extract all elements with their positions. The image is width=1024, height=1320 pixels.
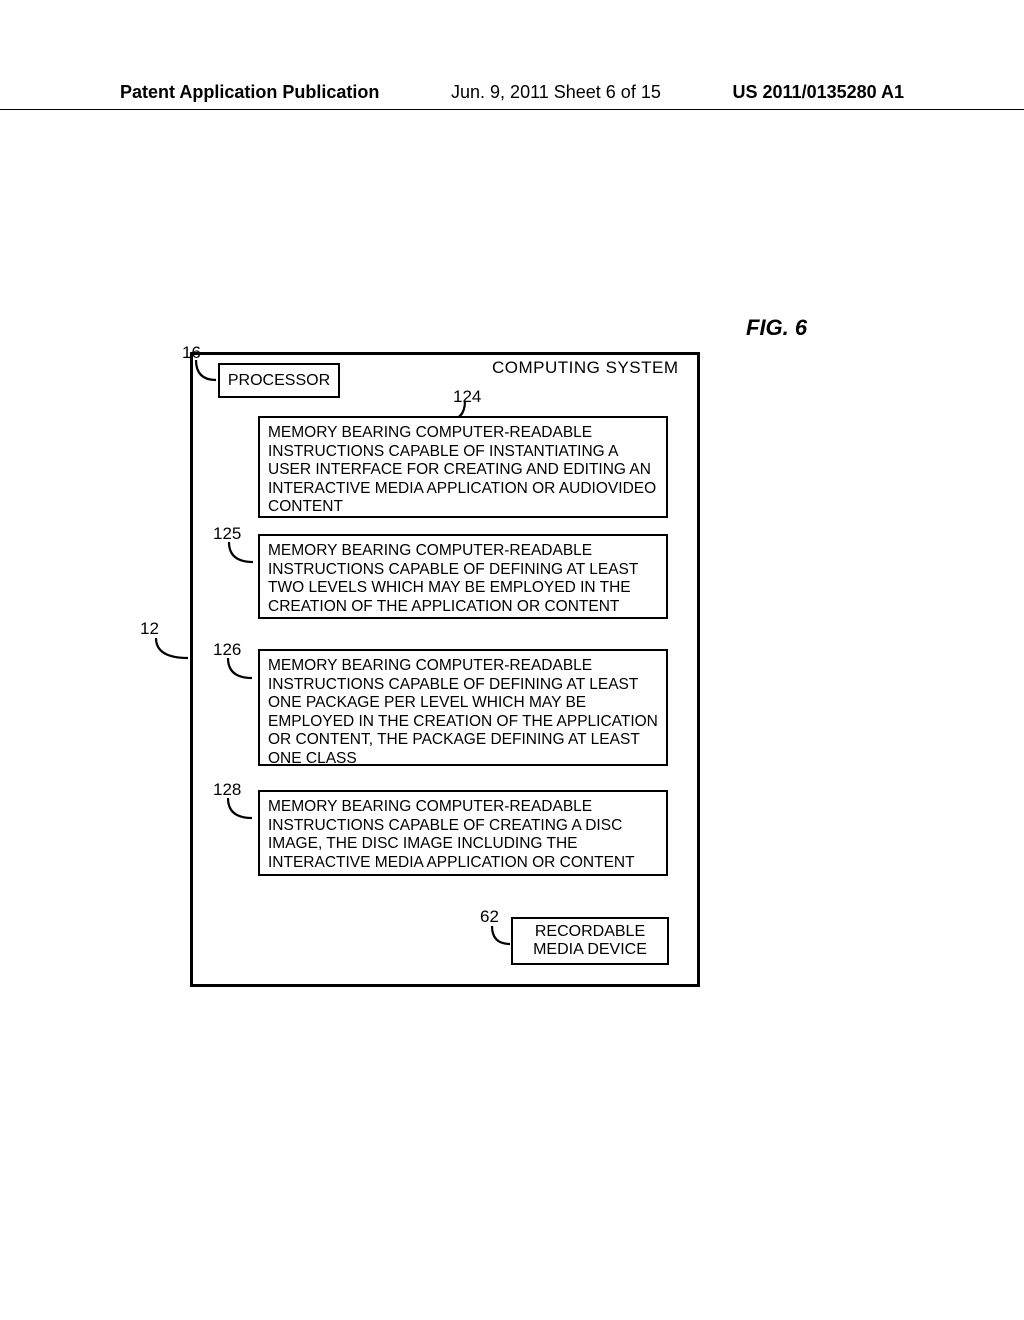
leader-curve-icon xyxy=(224,796,254,822)
header-publication: Patent Application Publication xyxy=(120,82,379,103)
processor-label: PROCESSOR xyxy=(228,372,330,390)
page-header: Patent Application Publication Jun. 9, 2… xyxy=(0,82,1024,110)
memory-block-126: MEMORY BEARING COMPUTER-READABLE INSTRUC… xyxy=(258,649,668,766)
leader-curve-icon xyxy=(225,540,255,566)
memory-block-125: MEMORY BEARING COMPUTER-READABLE INSTRUC… xyxy=(258,534,668,619)
memory-block-125-text: MEMORY BEARING COMPUTER-READABLE INSTRUC… xyxy=(268,542,638,615)
memory-block-128-text: MEMORY BEARING COMPUTER-READABLE INSTRUC… xyxy=(268,798,635,871)
header-pub-number: US 2011/0135280 A1 xyxy=(733,82,904,103)
recordable-media-device-label: RECORDABLE MEDIA DEVICE xyxy=(513,923,667,960)
memory-block-124-text: MEMORY BEARING COMPUTER-READABLE INSTRUC… xyxy=(268,424,656,515)
computing-system-label: COMPUTING SYSTEM xyxy=(492,358,679,378)
memory-block-124: MEMORY BEARING COMPUTER-READABLE INSTRUC… xyxy=(258,416,668,518)
memory-block-128: MEMORY BEARING COMPUTER-READABLE INSTRUC… xyxy=(258,790,668,876)
leader-curve-icon xyxy=(488,924,512,948)
leader-curve-icon xyxy=(192,358,218,384)
memory-block-126-text: MEMORY BEARING COMPUTER-READABLE INSTRUC… xyxy=(268,657,658,767)
leader-curve-icon xyxy=(152,636,190,662)
processor-box: PROCESSOR xyxy=(218,363,340,398)
figure-label: FIG. 6 xyxy=(746,315,807,341)
recordable-media-device-box: RECORDABLE MEDIA DEVICE xyxy=(511,917,669,965)
leader-curve-icon xyxy=(224,656,254,682)
header-date-sheet: Jun. 9, 2011 Sheet 6 of 15 xyxy=(451,82,661,103)
